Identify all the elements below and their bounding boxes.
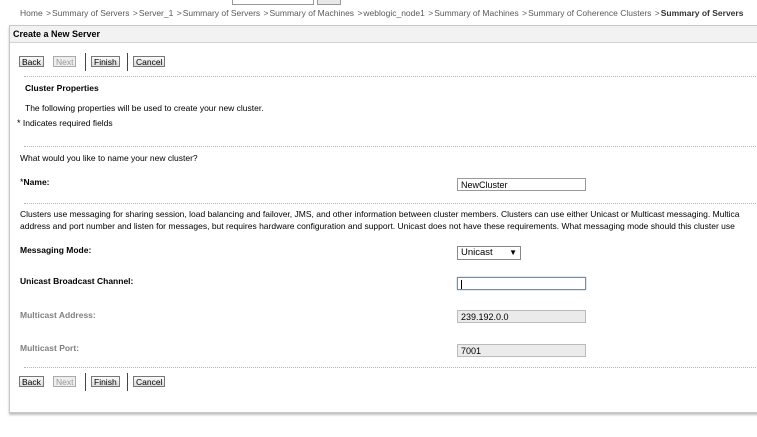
button-separator — [127, 373, 128, 391]
breadcrumb-summary-of-servers[interactable]: Summary of Servers — [52, 8, 129, 18]
breadcrumb-separator: > — [176, 8, 182, 18]
text-caret — [461, 280, 462, 290]
name-label-text: Name: — [23, 177, 50, 187]
messaging-mode-label: Messaging Mode: — [20, 245, 92, 255]
name-label: *Name: — [20, 177, 50, 187]
top-toolbar-fragment — [0, 0, 757, 5]
breadcrumb-separator: > — [263, 8, 269, 18]
required-marker: * — [17, 118, 21, 128]
breadcrumb-separator: > — [428, 8, 434, 18]
multicast-port-label: Multicast Port: — [20, 343, 80, 353]
button-separator — [127, 53, 128, 71]
cancel-button-bottom[interactable]: Cancel — [133, 376, 166, 387]
breadcrumb-separator: > — [132, 8, 138, 18]
multicast-port-input: 7001 — [457, 344, 586, 357]
next-button-bottom[interactable]: Next — [53, 376, 77, 387]
multicast-address-label: Multicast Address: — [20, 310, 96, 320]
divider — [24, 367, 757, 368]
create-server-panel: Create a New Server Back Next Finish Can… — [9, 25, 757, 413]
breadcrumb-separator: > — [357, 8, 363, 18]
breadcrumb-separator: > — [522, 8, 528, 18]
divider — [24, 146, 757, 147]
back-button-bottom[interactable]: Back — [19, 376, 44, 387]
breadcrumb-weblogic-node1[interactable]: weblogic_node1 — [363, 8, 424, 18]
cluster-name-input[interactable]: NewCluster — [457, 178, 586, 191]
name-question: What would you like to name your new clu… — [20, 153, 198, 163]
back-button[interactable]: Back — [19, 56, 44, 67]
top-search-button[interactable] — [317, 0, 341, 5]
top-search-input[interactable] — [232, 0, 314, 5]
breadcrumb-summary-of-servers-2[interactable]: Summary of Servers — [183, 8, 260, 18]
messaging-mode-select[interactable]: Unicast ▼ — [457, 246, 521, 260]
messaging-mode-value: Unicast — [461, 247, 493, 258]
button-separator — [85, 53, 86, 71]
breadcrumb-current: Summary of Servers — [660, 8, 744, 18]
breadcrumb: Home >Summary of Servers >Server_1 >Summ… — [20, 8, 743, 18]
next-button[interactable]: Next — [53, 56, 77, 67]
section-heading: Cluster Properties — [25, 83, 99, 93]
multicast-address-input: 239.192.0.0 — [457, 310, 586, 323]
breadcrumb-separator: > — [654, 8, 660, 18]
unicast-channel-label: Unicast Broadcast Channel: — [20, 276, 134, 286]
breadcrumb-summary-of-machines[interactable]: Summary of Machines — [270, 8, 355, 18]
panel-title: Create a New Server — [13, 29, 101, 39]
divider — [24, 76, 757, 77]
unicast-channel-input[interactable] — [457, 277, 586, 290]
panel-title-bar: Create a New Server — [10, 26, 757, 43]
breadcrumb-server-1[interactable]: Server_1 — [139, 8, 174, 18]
cancel-button[interactable]: Cancel — [133, 56, 166, 67]
required-note-text: Indicates required fields — [22, 118, 113, 128]
chevron-down-icon: ▼ — [509, 248, 517, 257]
messaging-description-line2: address and port number and listen for m… — [20, 221, 735, 231]
divider — [24, 203, 757, 204]
finish-button-bottom[interactable]: Finish — [91, 376, 120, 387]
required-note: * Indicates required fields — [17, 118, 113, 128]
breadcrumb-summary-of-machines-2[interactable]: Summary of Machines — [434, 8, 519, 18]
messaging-description-line1: Clusters use messaging for sharing sessi… — [20, 209, 740, 219]
button-separator — [85, 373, 86, 391]
section-intro: The following properties will be used to… — [25, 103, 264, 113]
breadcrumb-summary-of-coherence-clusters[interactable]: Summary of Coherence Clusters — [528, 8, 651, 18]
breadcrumb-separator: > — [46, 8, 52, 18]
breadcrumb-home[interactable]: Home — [20, 8, 43, 18]
finish-button[interactable]: Finish — [91, 56, 120, 67]
